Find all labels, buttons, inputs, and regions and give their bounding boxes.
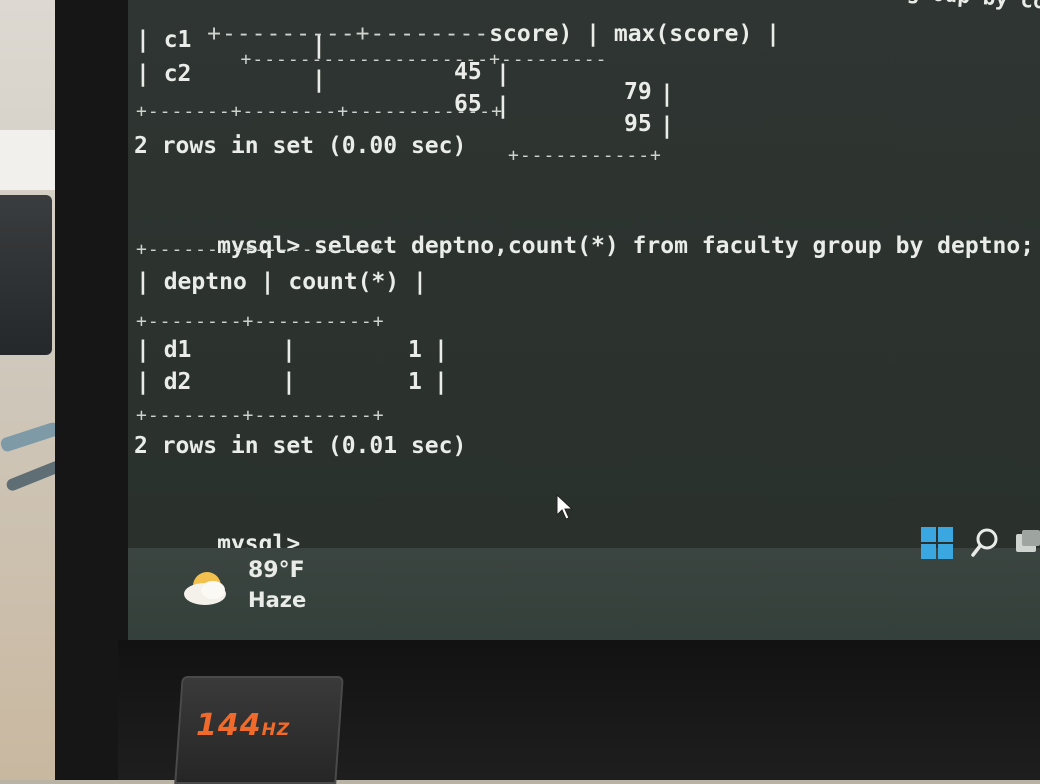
column-header-deptno: deptno (163, 269, 247, 295)
top-table-max-value: 79 (624, 79, 652, 105)
refresh-rate-label: 144HZ (196, 708, 291, 743)
table-border: +-------+--------+------------+ (136, 101, 503, 122)
cell-deptno: d2 (163, 369, 192, 395)
table-border: | (660, 113, 674, 139)
sql-command: select deptno,count(*) from faculty grou… (314, 233, 1035, 259)
cell-count: 1 (408, 337, 422, 363)
previous-query-tail: om student group by coursen (767, 0, 1040, 22)
mouse-pointer-icon (556, 494, 574, 520)
result-footer: 2 rows in set (0.01 sec) (134, 433, 467, 459)
current-prompt-line[interactable]: mysql> (134, 496, 330, 548)
top-table-header-max: max(score) (613, 21, 753, 47)
table-border: | (496, 61, 510, 87)
search-icon[interactable] (970, 526, 1000, 560)
weather-temperature: 89°F (248, 558, 305, 583)
column-header-count: count(*) (288, 269, 400, 295)
top-table-footer: 2 rows in set (0.00 sec) (134, 133, 467, 159)
table-border: | (434, 337, 448, 363)
cell-count: 1 (408, 369, 422, 395)
desk-phone (0, 195, 52, 355)
haze-sun-icon (184, 572, 226, 605)
terminal-window[interactable]: +---------+--------score) | max(score) |… (128, 0, 1040, 548)
table-border: | (660, 81, 674, 107)
mysql-prompt: mysql> (217, 531, 301, 548)
table-border: +--------------------+--------- (134, 49, 608, 70)
cell-deptno: d1 (163, 337, 192, 363)
top-table-min-value: 45 (454, 59, 482, 85)
table-border: | (434, 369, 448, 395)
table-border: +-----------+ (508, 145, 662, 166)
top-table-max-value: 95 (624, 111, 652, 137)
windows-logo-icon[interactable] (920, 526, 954, 560)
result-table-header: | deptno | count(*) | (136, 269, 427, 295)
desk-notebook (0, 130, 55, 190)
weather-condition: Haze (248, 588, 307, 612)
table-border: | (282, 369, 296, 395)
mysql-console[interactable]: +---------+--------score) | max(score) |… (128, 0, 1040, 548)
table-border: | (282, 337, 296, 363)
result-row: | d1 (136, 337, 192, 363)
taskbar: 89°F Haze (128, 527, 1040, 640)
result-table-border: +--------+----------+ (136, 405, 385, 426)
result-table-border: +--------+----------+ (136, 239, 385, 260)
task-view-icon[interactable] (1014, 528, 1040, 558)
result-row: | d2 (136, 369, 192, 395)
